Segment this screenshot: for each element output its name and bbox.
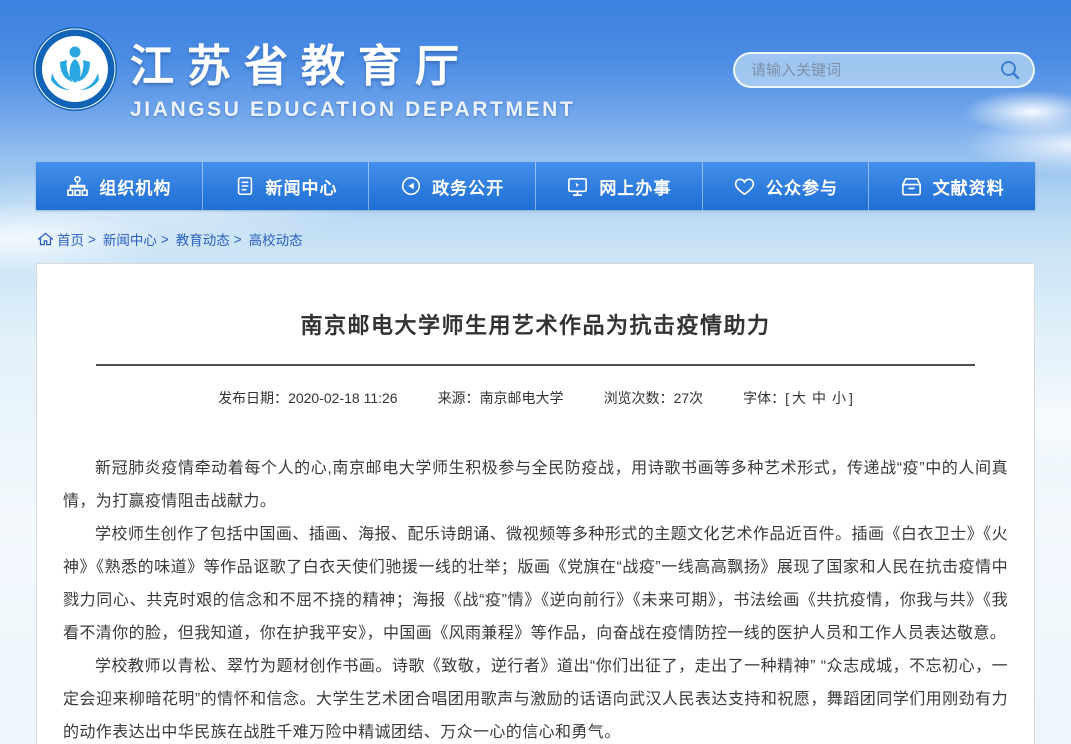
- nav-item-label: 新闻中心: [266, 174, 338, 199]
- jiangsu-education-emblem-icon: [32, 26, 118, 112]
- archive-icon: [900, 175, 923, 198]
- article-paragraph: 学校师生创作了包括中国画、插画、海报、配乐诗朗诵、微视频等多种形式的主题文化艺术…: [63, 518, 1008, 650]
- font-size-large-button[interactable]: 大: [792, 390, 806, 406]
- nav-item-news-center[interactable]: 新闻中心: [202, 162, 369, 210]
- site-logo[interactable]: [32, 26, 118, 112]
- heart-icon: [733, 175, 756, 198]
- view-count: 浏览次数：27次: [604, 388, 704, 408]
- font-size-medium-button[interactable]: 中: [812, 390, 826, 406]
- breadcrumb-separator: >: [161, 232, 169, 247]
- org-chart-icon: [66, 175, 89, 198]
- article-body: 新冠肺炎疫情牵动着每个人的心,南京邮电大学师生积极参与全民防疫战，用诗歌书画等多…: [63, 452, 1008, 744]
- article-paragraph: 学校教师以青松、翠竹为题材创作书画。诗歌《致敬，逆行者》道出“你们出征了，走出了…: [63, 650, 1008, 744]
- search-button[interactable]: [999, 59, 1021, 81]
- nav-item-label: 政务公开: [432, 174, 504, 199]
- search-icon: [999, 59, 1021, 81]
- breadcrumb: 首页 > 新闻中心 > 教育动态 > 高校动态: [38, 229, 303, 249]
- news-doc-icon: [234, 175, 256, 197]
- breadcrumb-education-dynamics[interactable]: 教育动态: [176, 229, 230, 249]
- nav-item-organization[interactable]: 组织机构: [36, 162, 202, 210]
- home-icon: [38, 232, 53, 246]
- article-meta: 发布日期：2020-02-18 11:26 来源：南京邮电大学 浏览次数：27次…: [63, 388, 1008, 408]
- site-title-block: 江苏省教育厅 JIANGSU EDUCATION DEPARTMENT: [130, 30, 575, 122]
- font-size-small-button[interactable]: 小: [832, 390, 846, 406]
- breadcrumb-separator: >: [88, 232, 96, 247]
- nav-item-label: 文献资料: [933, 174, 1005, 199]
- font-size-switcher: 字体：[大中小]: [743, 388, 853, 408]
- nav-item-gov-disclosure[interactable]: 政务公开: [368, 162, 535, 210]
- nav-item-label: 网上办事: [599, 174, 671, 199]
- breadcrumb-current-page: 高校动态: [249, 229, 303, 249]
- breadcrumb-news-center[interactable]: 新闻中心: [103, 229, 157, 249]
- disclosure-icon: [400, 175, 422, 197]
- article-source: 来源：南京邮电大学: [438, 388, 564, 408]
- search-box[interactable]: [733, 52, 1035, 88]
- nav-item-online-services[interactable]: 网上办事: [535, 162, 702, 210]
- site-subtitle: JIANGSU EDUCATION DEPARTMENT: [130, 98, 575, 122]
- title-divider: [96, 364, 975, 366]
- site-title: 江苏省教育厅: [130, 30, 575, 94]
- nav-item-public-participation[interactable]: 公众参与: [702, 162, 869, 210]
- nav-item-label: 组织机构: [99, 174, 171, 199]
- article-panel: 南京邮电大学师生用艺术作品为抗击疫情助力 发布日期：2020-02-18 11:…: [36, 263, 1035, 744]
- article-paragraph: 新冠肺炎疫情牵动着每个人的心,南京邮电大学师生积极参与全民防疫战，用诗歌书画等多…: [63, 452, 1008, 518]
- search-input[interactable]: [751, 62, 999, 79]
- breadcrumb-separator: >: [234, 232, 242, 247]
- article-title: 南京邮电大学师生用艺术作品为抗击疫情助力: [63, 308, 1008, 340]
- nav-item-documents[interactable]: 文献资料: [868, 162, 1035, 210]
- publish-date: 发布日期：2020-02-18 11:26: [218, 388, 398, 408]
- breadcrumb-home[interactable]: 首页: [57, 229, 84, 249]
- monitor-icon: [566, 175, 589, 198]
- main-navigation: 组织机构 新闻中心 政务公开 网上办事 公众参与: [36, 162, 1035, 210]
- nav-item-label: 公众参与: [766, 174, 838, 199]
